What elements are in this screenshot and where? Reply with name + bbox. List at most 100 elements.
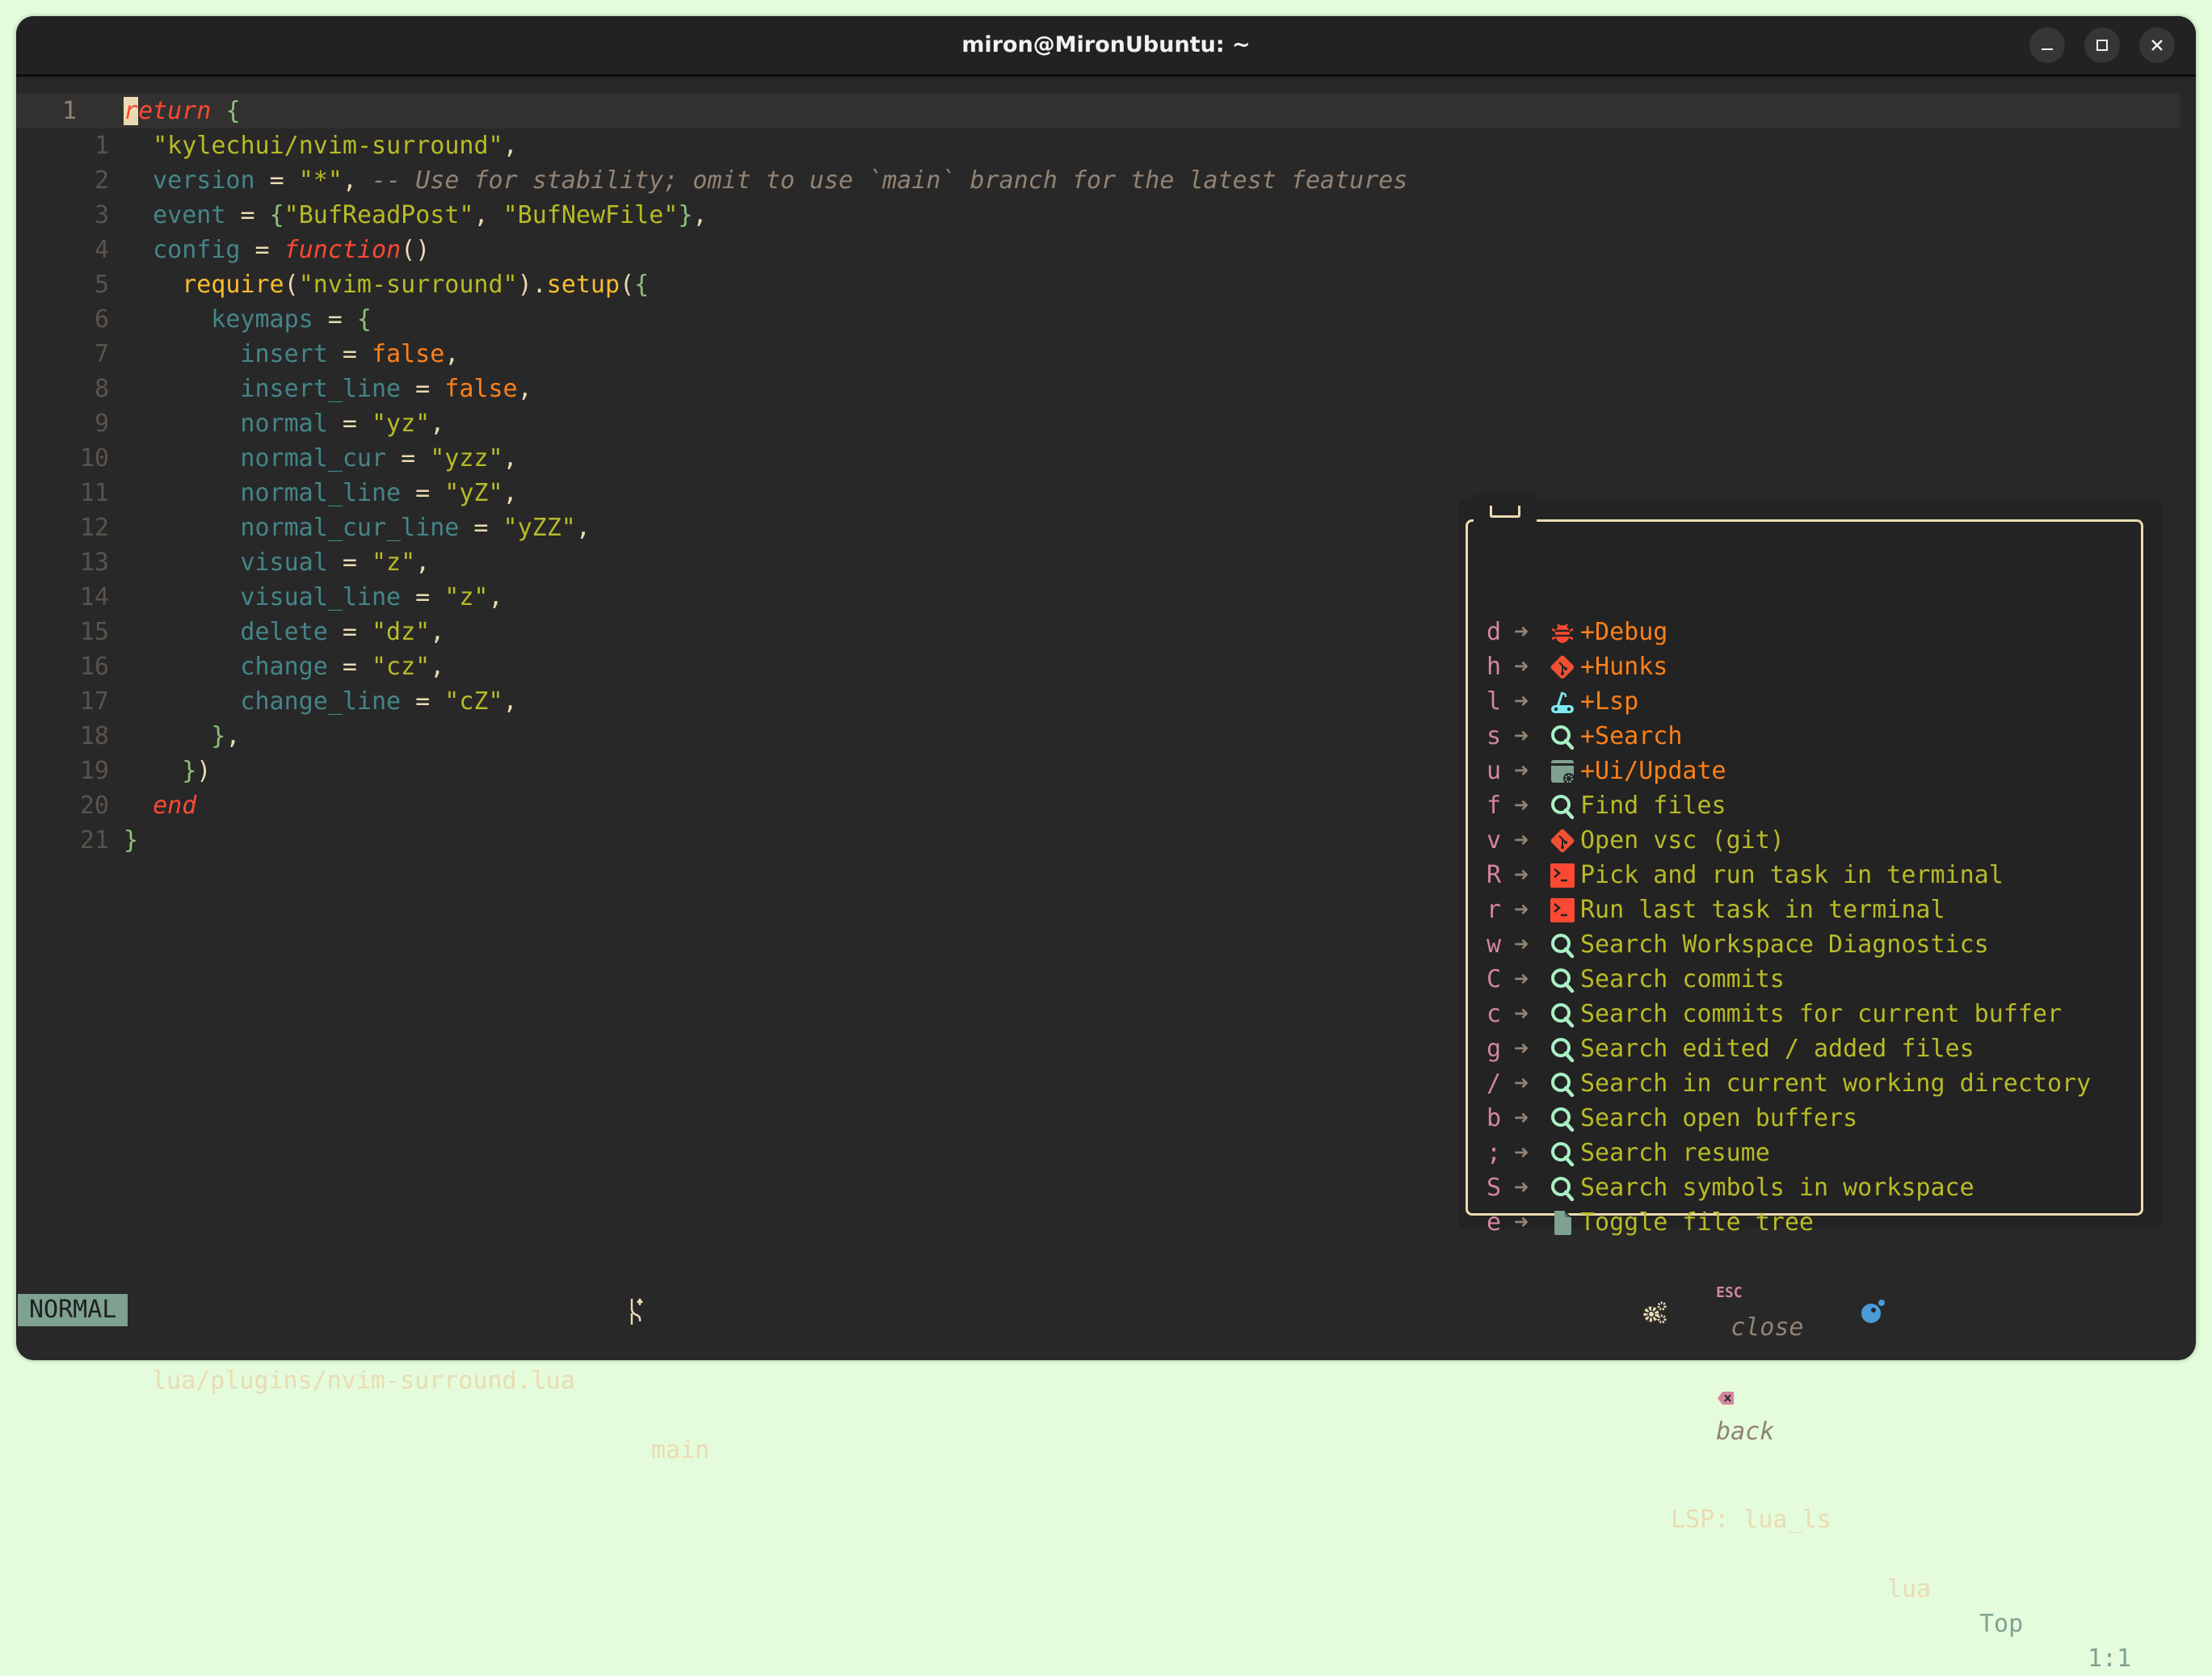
code-token: false [371, 340, 445, 368]
code-line[interactable]: 7 insert = false, [16, 337, 2196, 372]
code-line[interactable]: 1 return { [16, 94, 2180, 128]
code-token: } [182, 757, 197, 785]
code-token: visual_line [240, 583, 402, 611]
code-token: = [327, 653, 372, 681]
arrow-icon: ➜ [1514, 965, 1529, 993]
maximize-button[interactable] [2084, 27, 2120, 63]
code-text: "kylechui/nvim-surround", [153, 128, 518, 163]
code-line[interactable]: 1 "kylechui/nvim-surround", [16, 128, 2196, 163]
search-icon [1550, 1002, 1575, 1028]
code-token: "z" [444, 583, 489, 611]
key-label: r [1487, 896, 1502, 924]
code-token: , [342, 166, 372, 195]
lsp-status[interactable]: LSP: lua_ls [1671, 1502, 1831, 1537]
code-token: false [444, 375, 518, 403]
line-number: 12 [79, 514, 109, 542]
item-description: Search in current working directory [1580, 1069, 2092, 1098]
code-line[interactable]: 6 keymaps = { [16, 302, 2196, 337]
code-token: = [254, 166, 299, 195]
key-label: g [1487, 1035, 1502, 1063]
line-number: 6 [94, 305, 109, 334]
code-token: function [284, 236, 402, 264]
code-token: , [503, 479, 518, 507]
whichkey-title-tab [1474, 494, 1537, 527]
code-token: "cZ" [444, 687, 503, 716]
code-line[interactable]: 10 normal_cur = "yzz", [16, 441, 2196, 476]
code-text: config = function() [153, 233, 430, 267]
code-token: "yZ" [444, 479, 503, 507]
key-label: s [1487, 722, 1502, 750]
line-number: 11 [79, 479, 109, 507]
backspace-icon [1718, 1391, 1735, 1405]
code-token: , [503, 132, 518, 160]
scroll-position: Top [1979, 1610, 2024, 1638]
code-token: = [225, 201, 270, 229]
code-text: delete = "dz", [240, 615, 444, 649]
arrow-icon: ➜ [1514, 1139, 1529, 1167]
item-description: Toggle file tree [1580, 1208, 1814, 1237]
code-token: -- Use for stability; omit to use `main`… [372, 166, 1408, 195]
key-label: S [1487, 1174, 1502, 1202]
code-text: }) [182, 754, 211, 788]
title-bar[interactable]: miron@MironUbuntu: ~ [16, 16, 2196, 77]
git-branch: main [651, 1436, 710, 1464]
item-description: Search Workspace Diagnostics [1580, 930, 1989, 959]
code-line[interactable]: 9 normal = "yz", [16, 406, 2196, 441]
code-text: require("nvim-surround").setup({ [182, 267, 649, 302]
whichkey-footer: ESC close back [1687, 1240, 1803, 1446]
code-token: } [124, 826, 139, 855]
gears-icon [1643, 1301, 1667, 1324]
key-label: u [1487, 757, 1502, 785]
code-token: = [327, 410, 372, 438]
key-label: c [1487, 1000, 1502, 1028]
key-label: v [1487, 826, 1502, 855]
code-line[interactable]: 2 version = "*", -- Use for stability; om… [16, 163, 2196, 198]
code-token: keymaps [211, 305, 313, 334]
key-label: / [1487, 1069, 1502, 1098]
code-token: "BufNewFile" [503, 201, 679, 229]
code-line[interactable]: 4 config = function() [16, 233, 2196, 267]
code-token: , [415, 548, 431, 577]
code-line[interactable]: 3 event = {"BufReadPost", "BufNewFile"}, [16, 198, 2196, 233]
code-token: "*" [298, 166, 343, 195]
code-token: normal [240, 410, 328, 438]
arrow-icon: ➜ [1514, 930, 1529, 959]
back-hint[interactable]: back [1716, 1418, 1774, 1446]
item-description: Search commits for current buffer [1580, 1000, 2063, 1028]
code-text: }, [211, 719, 240, 754]
item-description: +Debug [1580, 618, 1668, 646]
line-number: 14 [79, 583, 109, 611]
line-number: 15 [79, 618, 109, 646]
filetype: lua [1887, 1575, 1932, 1603]
arrow-icon: ➜ [1514, 722, 1529, 750]
code-token: = [401, 479, 445, 507]
line-number: 16 [79, 653, 109, 681]
arrow-icon: ➜ [1514, 618, 1529, 646]
key-label: d [1487, 618, 1502, 646]
search-icon [1550, 932, 1575, 959]
code-token: = [327, 340, 372, 368]
code-token: change_line [240, 687, 402, 716]
code-token: eturn [138, 97, 212, 125]
key-label: ; [1487, 1139, 1502, 1167]
code-line[interactable]: 8 insert_line = false, [16, 372, 2196, 406]
key-label: C [1487, 965, 1502, 993]
arrow-icon: ➜ [1514, 687, 1529, 716]
code-token: "cz" [371, 653, 431, 681]
search-icon [1550, 967, 1575, 993]
code-token: insert [240, 340, 328, 368]
search-icon [1550, 1175, 1575, 1202]
code-token: require [182, 271, 284, 299]
line-number: 7 [94, 340, 109, 368]
mode-indicator: NORMAL [18, 1294, 128, 1326]
minimize-button[interactable] [2029, 27, 2065, 63]
code-token: event [153, 201, 226, 229]
arrow-icon: ➜ [1514, 792, 1529, 820]
key-label: R [1487, 861, 1502, 889]
code-token: } [211, 722, 226, 750]
line-number: 20 [79, 792, 109, 820]
code-token: , [503, 687, 518, 716]
code-line[interactable]: 5 require("nvim-surround").setup({ [16, 267, 2196, 302]
close-button[interactable] [2139, 27, 2175, 63]
